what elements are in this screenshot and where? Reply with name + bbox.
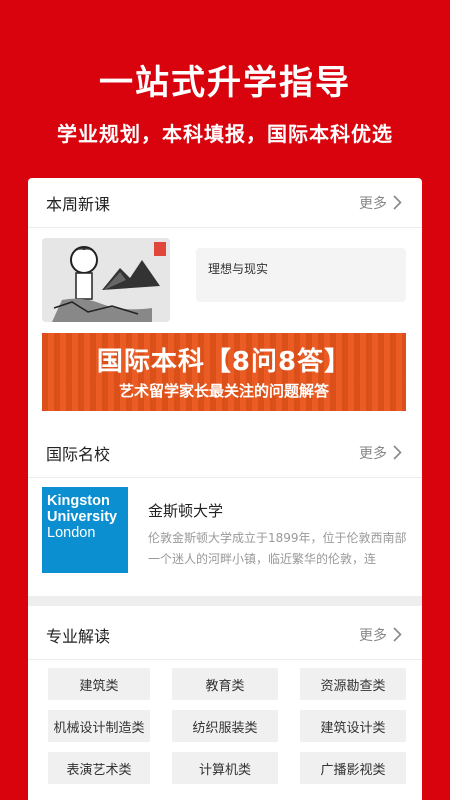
section-divider <box>28 596 422 606</box>
majors-more-button[interactable]: 更多 <box>359 625 402 645</box>
course-thumbnail[interactable] <box>42 238 170 322</box>
course-card[interactable]: 理想与现实 <box>196 248 406 302</box>
major-tag[interactable]: 计算机类 <box>172 752 278 784</box>
more-label: 更多 <box>359 195 387 212</box>
school-name[interactable]: 金斯顿大学 <box>148 500 223 521</box>
majors-title: 专业解读 <box>46 626 111 646</box>
schools-header: 国际名校 更多 <box>28 428 422 478</box>
major-tag[interactable]: 机械设计制造类 <box>48 710 150 742</box>
major-tag[interactable]: 资源勘查类 <box>300 668 406 700</box>
major-tag[interactable]: 表演艺术类 <box>48 752 150 784</box>
chevron-right-icon <box>393 627 402 642</box>
majors-header: 专业解读 更多 <box>28 610 422 660</box>
content-panel: 本周新课 更多 理想与现实 国际本科【8问8答】 艺术留学家长最关注的问题解答 <box>28 178 422 800</box>
schools-title: 国际名校 <box>46 444 111 464</box>
logo-line-london: London <box>47 525 96 541</box>
banner-title: 国际本科【8问8答】 <box>96 347 352 377</box>
banner-subtitle: 艺术留学家长最关注的问题解答 <box>118 382 329 400</box>
major-tag[interactable]: 建筑设计类 <box>300 710 406 742</box>
major-tag[interactable]: 建筑类 <box>48 668 150 700</box>
promo-banner[interactable]: 国际本科【8问8答】 艺术留学家长最关注的问题解答 <box>42 333 406 411</box>
hero-subtitle: 学业规划，本科填报，国际本科优选 <box>57 122 393 146</box>
more-label: 更多 <box>359 627 387 644</box>
logo-line-university: University <box>47 509 118 525</box>
new-courses-header: 本周新课 更多 <box>28 178 422 228</box>
new-courses-more-button[interactable]: 更多 <box>359 193 402 213</box>
major-tag[interactable]: 广播影视类 <box>300 752 406 784</box>
school-logo[interactable]: Kingston University London <box>42 487 128 573</box>
chevron-right-icon <box>393 195 402 210</box>
new-courses-title: 本周新课 <box>46 194 111 214</box>
schools-more-button[interactable]: 更多 <box>359 443 402 463</box>
chevron-right-icon <box>393 445 402 460</box>
school-description: 伦敦金斯顿大学成立于1899年，位于伦敦西南部一个迷人的河畔小镇，临近繁华的伦敦… <box>148 531 407 566</box>
logo-line-kingston: Kingston <box>47 493 110 509</box>
hero-title: 一站式升学指导 <box>99 63 351 103</box>
more-label: 更多 <box>359 445 387 462</box>
majors-grid: 建筑类 教育类 资源勘查类 机械设计制造类 纺织服装类 建筑设计类 表演艺术类 … <box>48 668 406 784</box>
major-tag[interactable]: 纺织服装类 <box>172 710 278 742</box>
major-tag[interactable]: 教育类 <box>172 668 278 700</box>
course-title: 理想与现实 <box>208 262 269 276</box>
